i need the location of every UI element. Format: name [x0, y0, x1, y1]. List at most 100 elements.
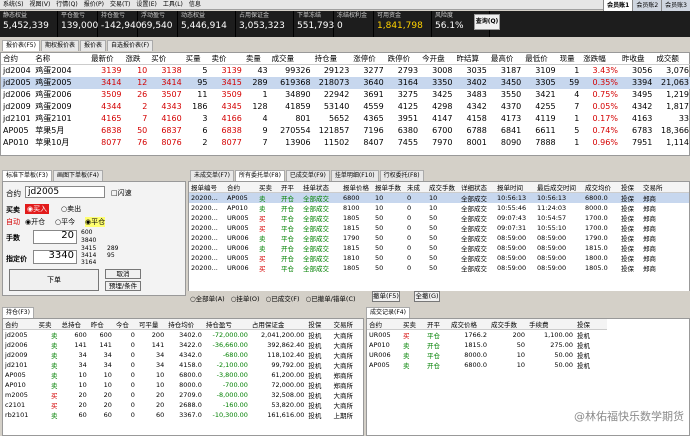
entrust-header[interactable]: 合约 [225, 182, 257, 193]
market-row[interactable]: jd2009 鸡蛋2009 4344 2 4343 186 4345 128 41859 5314… [1, 101, 690, 113]
tab-entrust-4[interactable]: 行权委托(F8) [379, 170, 424, 181]
entrust-filter-1[interactable]: ○挂单(O) [231, 295, 260, 303]
entrust-row[interactable]: 20200... UR005 买 平仓 全部成交 1815 50 0 50 全部成交 09:07:3… [189, 223, 689, 233]
fill-header[interactable]: 投保 [575, 319, 607, 330]
position-row[interactable]: m2005 买 20 20 0 20 2709.0 -8,000.00 32,508.00 投机 大… [3, 390, 363, 400]
market-header[interactable]: 最低价 [523, 53, 558, 65]
market-row[interactable]: jd2004 鸡蛋2004 3139 10 3138 5 3139 43 99326 29123 3… [1, 65, 690, 77]
market-header[interactable]: 最高价 [488, 53, 524, 65]
open-radio[interactable]: ◉开仓 [25, 217, 45, 227]
position-row[interactable]: jd2005 卖 600 600 0 200 3402.0 -72,000.00 2,041,2… [3, 330, 363, 340]
entrust-header[interactable]: 报单手数 [373, 182, 405, 193]
position-row[interactable]: jd2101 卖 34 34 0 34 4158.0 -2,100.00 99,792.00 投机… [3, 360, 363, 370]
market-header[interactable]: 持仓量 [312, 53, 352, 65]
entrust-header[interactable]: 买卖 [257, 182, 279, 193]
market-header[interactable]: 昨结算 [454, 53, 489, 65]
conditional-order-button[interactable]: 预埋/条件 [105, 281, 141, 291]
fill-row[interactable]: AP005 卖 开仓 6800.0 10 50.00 投机 [367, 360, 607, 370]
market-header[interactable]: 涨跌幅 [581, 53, 620, 65]
market-header[interactable]: 涨停价 [351, 53, 386, 65]
market-row[interactable]: jd2005 鸡蛋2005 3414 12 3414 95 3415 289 619368 218… [1, 76, 690, 89]
fill-header[interactable]: 合约 [367, 319, 401, 330]
menu-item-1[interactable]: 视图(V) [27, 0, 54, 10]
entrust-filter-0[interactable]: ○全部单(A) [190, 295, 225, 303]
market-row[interactable]: jd2006 鸡蛋2006 3509 26 3507 11 3509 1 34890 22942 3… [1, 89, 690, 101]
menu-item-5[interactable]: 设置(E) [133, 0, 159, 10]
position-header[interactable]: 交易所 [331, 319, 363, 330]
close-today-radio[interactable]: ○平今 [55, 217, 75, 227]
market-header[interactable]: 名称 [33, 53, 90, 65]
position-row[interactable]: c2101 买 20 20 0 20 2688.0 -160.00 53,820.00 投机 大商所 [3, 400, 363, 410]
account-tab-1[interactable]: 会员账2 [632, 0, 662, 11]
entrust-header[interactable]: 报单时间 [495, 182, 535, 193]
account-tab-2[interactable]: 会员账3 [661, 0, 690, 11]
market-row[interactable]: AP005 苹果5月 6838 50 6837 6 6838 9 270554 121857 719… [1, 125, 690, 137]
close-radio[interactable]: ◉平仓 [85, 217, 106, 227]
entrust-header[interactable]: 报单编号 [189, 182, 225, 193]
position-header[interactable]: 投保 [306, 319, 332, 330]
position-header[interactable]: 今仓 [113, 319, 137, 330]
account-tab-0[interactable]: 会员账1 [603, 0, 633, 11]
entrust-row[interactable]: 20200... UR006 买 平仓 全部成交 1805 50 0 50 全部成交 08:59:0… [189, 263, 689, 273]
tab-market-3[interactable]: 自选报价表(F) [106, 40, 154, 51]
market-header[interactable]: 卖价 [209, 53, 244, 65]
market-header[interactable]: 卖量 [243, 53, 270, 65]
qty-input[interactable]: 20 [33, 230, 77, 244]
entrust-header[interactable]: 开平 [279, 182, 301, 193]
position-row[interactable]: AP010 卖 10 10 0 10 8000.0 -700.00 72,000.00 投机 郑商所 [3, 380, 363, 390]
tab-entrust-3[interactable]: 挂单明细(F10) [330, 170, 379, 181]
market-header[interactable]: 最新价 [89, 53, 124, 65]
tab-entrust-1[interactable]: 所有委托单(F8) [234, 170, 285, 181]
market-header[interactable]: 现量 [557, 53, 582, 65]
contract-input[interactable]: jd2005 [25, 186, 105, 198]
entrust-row[interactable]: 20200... UR005 买 开仓 全部成交 1810 50 0 50 全部成交 08:59:0… [189, 253, 689, 263]
withdraw-all-button[interactable]: 全撤(G) [414, 291, 440, 302]
entrust-header[interactable]: 成交手数 [427, 182, 459, 193]
position-header[interactable]: 合约 [3, 319, 37, 330]
entrust-filter-2[interactable]: ○已成交(F) [266, 295, 300, 303]
entrust-row[interactable]: 20200... UR006 卖 开仓 全部成交 1815 50 0 50 全部成交 08:59:0… [189, 243, 689, 253]
entrust-header[interactable]: 最后成交时间 [535, 182, 583, 193]
market-header[interactable]: 买价 [149, 53, 184, 65]
query-button[interactable]: 查询(Q) [474, 14, 500, 30]
market-row[interactable]: jd2101 鸡蛋2101 4165 7 4160 3 4166 4 801 5652 4365 39… [1, 113, 690, 125]
entrust-row[interactable]: 20200... UR005 买 平仓 全部成交 1805 50 0 50 全部成交 09:07:4… [189, 213, 689, 223]
entrust-header[interactable]: 详细状态 [459, 182, 495, 193]
fill-header[interactable]: 买卖 [401, 319, 425, 330]
fill-row[interactable]: UR006 卖 平仓 8000.0 10 50.00 投机 [367, 350, 607, 360]
menu-item-7[interactable]: 信息 [186, 0, 204, 10]
market-header[interactable]: 今开盘 [420, 53, 455, 65]
tab-entrust-2[interactable]: 已成交单(F9) [285, 170, 330, 181]
entrust-header[interactable]: 成交均价 [583, 182, 619, 193]
market-header[interactable]: 合约 [1, 53, 34, 65]
entrust-header[interactable]: 交易所 [641, 182, 689, 193]
menu-item-0[interactable]: 系统(S) [0, 0, 27, 10]
menu-item-4[interactable]: 交易(T) [107, 0, 133, 10]
tab-position[interactable]: 持仓(F3) [2, 307, 34, 318]
entrust-header[interactable]: 未成 [405, 182, 427, 193]
position-row[interactable]: AP005 卖 10 10 0 10 6800.0 -3,800.00 61,200.00 投机 郑… [3, 370, 363, 380]
position-header[interactable]: 占用保证金 [249, 319, 307, 330]
position-header[interactable]: 可平量 [136, 319, 167, 330]
tab-entrust-0[interactable]: 未成交单(F7) [190, 170, 234, 181]
tab-market-2[interactable]: 报价表 [79, 40, 106, 51]
entrust-row[interactable]: 20200... AP005 卖开仓 全部成交 6800 10 0 10 全部成交 10:56:1… [189, 192, 689, 203]
tab-market-1[interactable]: 期权报价表 [40, 40, 79, 51]
position-row[interactable]: jd2006 卖 141 141 0 141 3422.0 -36,660.00 392,862… [3, 340, 363, 350]
entrust-filter-3[interactable]: ○已撤单/错单(C) [306, 295, 356, 303]
tab-order-1[interactable]: 画图下单板(F4) [52, 170, 103, 181]
price-input[interactable]: 3340 [33, 250, 77, 264]
position-header[interactable]: 持仓均价 [166, 319, 204, 330]
fill-header[interactable]: 成交价格 [449, 319, 489, 330]
entrust-header[interactable]: 报单价格 [341, 182, 373, 193]
tab-order-0[interactable]: 标准下单板(F3) [2, 170, 52, 181]
entrust-row[interactable]: 20200... UR006 卖 平仓 全部成交 1790 50 0 50 全部成交 08:59:0… [189, 233, 689, 243]
position-header[interactable]: 买卖 [36, 319, 60, 330]
market-header[interactable]: 买量 [183, 53, 210, 65]
fill-row[interactable]: UR005 买 平仓 1766.2 200 1,100.00 投机 [367, 330, 607, 340]
market-header[interactable]: 昨收盘 [619, 53, 655, 65]
menu-item-3[interactable]: 报价(P) [81, 0, 107, 10]
sell-radio[interactable]: ○卖出 [61, 204, 81, 214]
menu-item-6[interactable]: 工具(L) [160, 0, 186, 10]
market-header[interactable]: 涨跌 [123, 53, 150, 65]
